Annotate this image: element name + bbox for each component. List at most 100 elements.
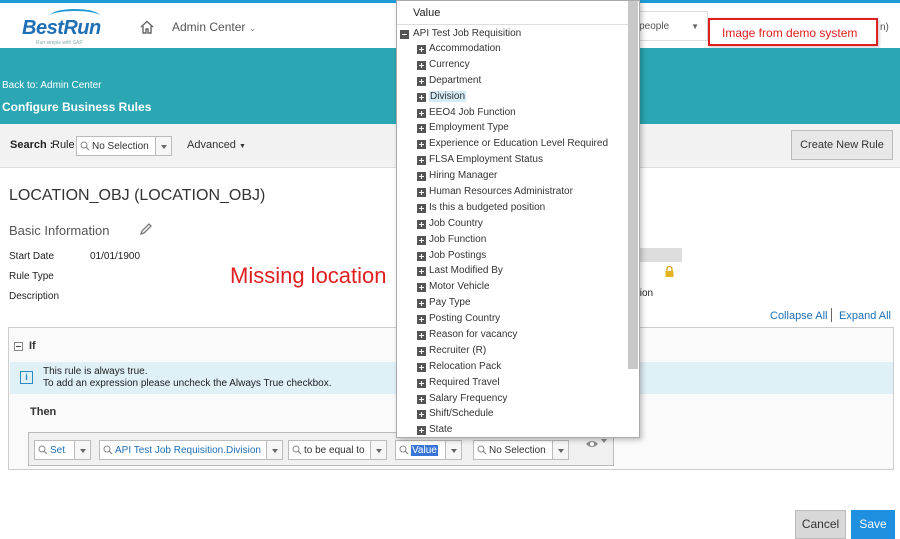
expand-icon[interactable] xyxy=(417,45,426,54)
cancel-button[interactable]: Cancel xyxy=(795,510,846,539)
tree-item[interactable]: Pay Type xyxy=(417,297,629,313)
tree-item[interactable]: Recruiter (R) xyxy=(417,345,629,361)
field-value: API Test Job Requisition.Division xyxy=(115,445,261,456)
tree-item[interactable]: State xyxy=(417,424,629,437)
expand-icon[interactable] xyxy=(417,283,426,293)
tree-item[interactable]: Motor Vehicle xyxy=(417,281,629,297)
logo-tagline: Run simple with SAP xyxy=(36,40,83,46)
tree-item[interactable]: Currency xyxy=(417,59,629,75)
tree-item[interactable]: Salary Frequency xyxy=(417,393,629,409)
operator-select[interactable]: to be equal to xyxy=(288,440,387,460)
admin-center-menu[interactable]: Admin Center ⌄ xyxy=(172,20,256,34)
expand-icon[interactable] xyxy=(417,92,426,102)
dropdown-scrollbar[interactable] xyxy=(628,1,638,369)
chevron-down-icon[interactable] xyxy=(552,441,568,459)
tree-item-label: Motor Vehicle xyxy=(429,281,490,293)
tree-item[interactable]: Shift/Schedule xyxy=(417,408,629,424)
tree-item[interactable]: Hiring Manager xyxy=(417,170,629,186)
bestrun-logo[interactable]: BestRun Run simple with SAP xyxy=(22,9,102,46)
expand-icon[interactable] xyxy=(417,378,426,388)
expand-icon[interactable] xyxy=(417,203,426,213)
value-selection-select[interactable]: No Selection xyxy=(473,440,569,460)
expand-icon[interactable] xyxy=(417,410,426,420)
expand-icon[interactable] xyxy=(417,76,426,86)
tree-item-label: Job Function xyxy=(429,233,487,245)
chevron-down-icon[interactable] xyxy=(601,439,607,443)
field-select[interactable]: API Test Job Requisition.Division xyxy=(99,440,283,460)
expand-icon[interactable] xyxy=(417,299,426,309)
rule-search-select[interactable]: No Selection xyxy=(76,136,172,156)
lock-icon xyxy=(665,265,674,277)
home-icon[interactable] xyxy=(139,19,155,35)
tree-item[interactable]: Employment Type xyxy=(417,122,629,138)
expand-icon[interactable] xyxy=(417,172,426,182)
tree-item-label: FLSA Employment Status xyxy=(429,154,543,166)
back-link[interactable]: Back to: Admin Center xyxy=(2,80,102,91)
pencil-icon[interactable] xyxy=(139,222,153,236)
tree-item[interactable]: Job Function xyxy=(417,234,629,250)
expand-icon[interactable] xyxy=(417,140,426,150)
expand-icon[interactable] xyxy=(417,60,426,70)
tree-item[interactable]: Accommodation xyxy=(417,43,629,59)
collapse-icon[interactable] xyxy=(14,342,23,351)
header-user-fragment[interactable]: n) xyxy=(880,22,889,33)
header-search-scope[interactable]: r people ▼ xyxy=(628,11,708,41)
expand-icon[interactable] xyxy=(417,426,426,436)
info-line-1: This rule is always true. xyxy=(43,366,148,377)
operator-value: to be equal to xyxy=(304,445,365,456)
tree-item[interactable]: Division xyxy=(417,90,629,107)
tree-item[interactable]: Job Country xyxy=(417,218,629,234)
tree-item-label: Shift/Schedule xyxy=(429,408,494,420)
eye-icon[interactable] xyxy=(585,439,599,449)
tree-item-label: Pay Type xyxy=(429,297,471,309)
chevron-down-icon[interactable] xyxy=(370,441,386,459)
tree-item[interactable]: Reason for vacancy xyxy=(417,329,629,345)
expand-icon[interactable] xyxy=(417,331,426,341)
advanced-menu[interactable]: Advanced ▼ xyxy=(187,139,246,151)
expand-all-link[interactable]: Expand All xyxy=(839,310,891,322)
chevron-down-icon[interactable] xyxy=(155,137,171,155)
tree-item-label: Required Travel xyxy=(429,376,500,388)
tree-item[interactable]: FLSA Employment Status xyxy=(417,154,629,170)
chevron-down-icon[interactable] xyxy=(74,441,90,459)
action-select[interactable]: Set xyxy=(34,440,91,460)
tree-item[interactable]: Posting Country xyxy=(417,313,629,329)
collapse-all-link[interactable]: Collapse All xyxy=(770,310,827,322)
advanced-label: Advanced xyxy=(187,139,236,151)
tree-item[interactable]: Human Resources Administrator xyxy=(417,186,629,202)
chevron-down-icon[interactable] xyxy=(445,441,461,459)
value-type-select[interactable]: Value xyxy=(395,440,462,460)
expand-icon[interactable] xyxy=(417,156,426,166)
expand-icon[interactable] xyxy=(417,219,426,229)
expand-icon[interactable] xyxy=(417,124,426,134)
expand-icon[interactable] xyxy=(417,315,426,325)
expand-icon[interactable] xyxy=(417,251,426,261)
tree-item[interactable]: Experience or Education Level Required xyxy=(417,138,629,154)
tree-item-label: Job Postings xyxy=(429,249,487,261)
expand-icon[interactable] xyxy=(417,346,426,356)
dropdown-header-label: Value xyxy=(413,7,441,19)
tree-item[interactable]: Last Modified By xyxy=(417,265,629,281)
tree-item-label: Currency xyxy=(429,58,470,70)
expand-icon[interactable] xyxy=(417,235,426,245)
info-line-2: To add an expression please uncheck the … xyxy=(43,378,332,389)
expand-icon[interactable] xyxy=(417,267,426,277)
expand-icon[interactable] xyxy=(417,188,426,198)
tree-item[interactable]: Department xyxy=(417,75,629,91)
expand-icon[interactable] xyxy=(417,362,426,372)
search-icon xyxy=(38,445,48,455)
rule-search-value: No Selection xyxy=(92,141,149,152)
expand-icon[interactable] xyxy=(417,108,426,118)
tree-item[interactable]: EEO4 Job Function xyxy=(417,107,629,123)
tree-item[interactable]: Required Travel xyxy=(417,377,629,393)
tree-item[interactable]: Relocation Pack xyxy=(417,361,629,377)
chevron-down-icon[interactable] xyxy=(266,441,282,459)
tree-item[interactable]: Is this a budgeted position xyxy=(417,202,629,218)
expand-icon[interactable] xyxy=(417,394,426,404)
start-date-label: Start Date xyxy=(9,251,55,262)
tree-item-label: Salary Frequency xyxy=(429,392,508,404)
create-new-rule-button[interactable]: Create New Rule xyxy=(791,130,893,160)
collapse-icon[interactable] xyxy=(400,30,409,39)
tree-item[interactable]: Job Postings xyxy=(417,250,629,266)
save-button[interactable]: Save xyxy=(851,510,895,539)
